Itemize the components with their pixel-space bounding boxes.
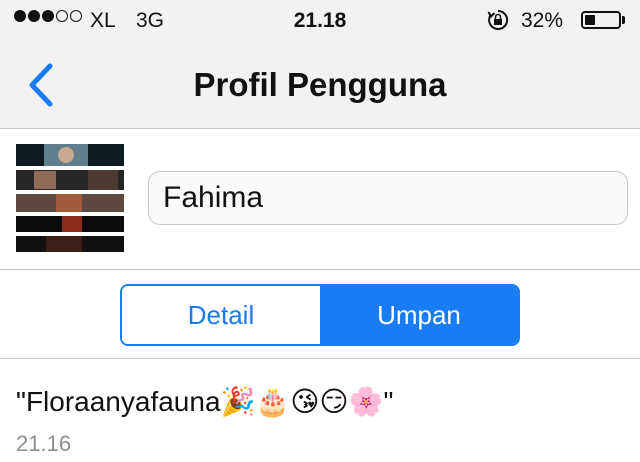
profile-header: Fahima bbox=[0, 129, 640, 270]
post-timestamp: 21.16 bbox=[16, 431, 72, 456]
avatar-image bbox=[16, 144, 124, 252]
orientation-lock-icon bbox=[487, 9, 509, 30]
battery-fill bbox=[585, 15, 595, 25]
segmented-control: Detail Umpan bbox=[120, 284, 520, 346]
battery-tip bbox=[622, 16, 625, 24]
avatar[interactable] bbox=[16, 144, 124, 252]
battery-icon bbox=[581, 11, 621, 29]
tab-detail[interactable]: Detail bbox=[122, 286, 320, 344]
name-field[interactable]: Fahima bbox=[148, 171, 628, 225]
feed-list: "Floraanyafauna🎉🎂😘😏🌸" 21.16 bbox=[0, 359, 640, 462]
post-text: "Floraanyafauna🎉🎂😘😏🌸" bbox=[16, 386, 394, 417]
battery-percent: 32% bbox=[521, 9, 564, 32]
page-title: Profil Pengguna bbox=[193, 66, 447, 103]
tab-umpan[interactable]: Umpan bbox=[320, 286, 518, 344]
status-bar: XL 3G 21.18 32% bbox=[0, 0, 640, 42]
segment-area: Detail Umpan bbox=[0, 270, 640, 359]
navigation-bar: Profil Pengguna bbox=[0, 42, 640, 129]
